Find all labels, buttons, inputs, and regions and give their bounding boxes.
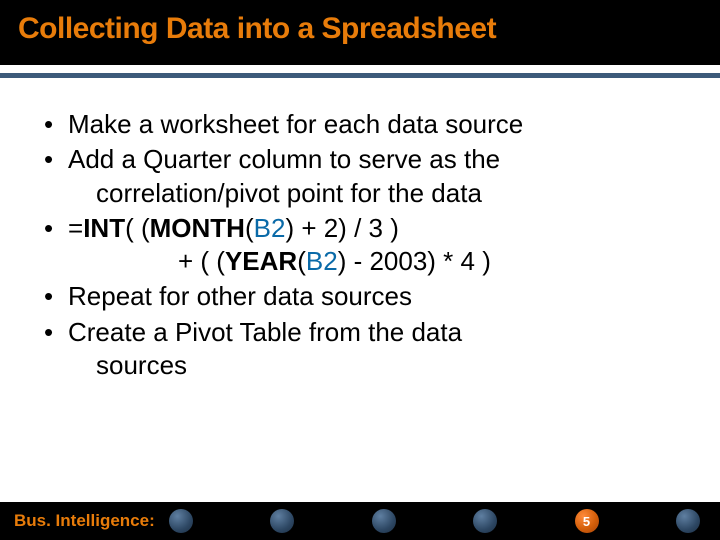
bullet-continuation: sources xyxy=(68,349,680,382)
slide: Collecting Data into a Spreadsheet Make … xyxy=(0,0,720,540)
bullet-item: Repeat for other data sources xyxy=(40,280,680,313)
formula-text: ( xyxy=(245,213,254,243)
formula-text: ) + 2) / 3 ) xyxy=(285,213,398,243)
formula-line-1: =INT( (MONTH(B2) + 2) / 3 ) xyxy=(68,213,399,243)
slide-footer: Bus. Intelligence: 5 xyxy=(0,502,720,540)
formula-text: ( ( xyxy=(125,213,150,243)
formula-fn-year: YEAR xyxy=(225,246,297,276)
formula-text: = xyxy=(68,213,83,243)
bullet-item: Create a Pivot Table from the data sourc… xyxy=(40,316,680,383)
formula-fn-month: MONTH xyxy=(150,213,245,243)
slide-title: Collecting Data into a Spreadsheet xyxy=(18,12,702,46)
nav-dot xyxy=(372,509,396,533)
footer-dots: 5 xyxy=(155,509,706,533)
formula-text: ) - 2003) * 4 ) xyxy=(338,246,491,276)
bullet-item: Add a Quarter column to serve as the cor… xyxy=(40,143,680,210)
bullet-item: Make a worksheet for each data source xyxy=(40,108,680,141)
bullet-continuation: correlation/pivot point for the data xyxy=(68,177,680,210)
slide-content: Make a worksheet for each data source Ad… xyxy=(0,78,720,382)
formula-cellref: B2 xyxy=(306,246,338,276)
nav-dot xyxy=(676,509,700,533)
formula-fn-int: INT xyxy=(83,213,125,243)
bullet-text: Add a Quarter column to serve as the xyxy=(68,144,500,174)
bullet-list: Make a worksheet for each data source Ad… xyxy=(40,108,680,382)
page-number: 5 xyxy=(583,514,590,529)
nav-dot xyxy=(169,509,193,533)
bullet-text: Make a worksheet for each data source xyxy=(68,109,523,139)
nav-dot xyxy=(270,509,294,533)
page-number-dot: 5 xyxy=(575,509,599,533)
slide-header: Collecting Data into a Spreadsheet xyxy=(0,0,720,65)
bullet-item: =INT( (MONTH(B2) + 2) / 3 ) + ( (YEAR(B2… xyxy=(40,212,680,279)
formula-line-2: + ( (YEAR(B2) - 2003) * 4 ) xyxy=(68,245,680,278)
bullet-text: Repeat for other data sources xyxy=(68,281,412,311)
footer-label: Bus. Intelligence: xyxy=(14,511,155,531)
formula-text: ( xyxy=(297,246,306,276)
bullet-text: Create a Pivot Table from the data xyxy=(68,317,462,347)
formula-text: + ( ( xyxy=(178,246,225,276)
formula-cellref: B2 xyxy=(254,213,286,243)
nav-dot xyxy=(473,509,497,533)
